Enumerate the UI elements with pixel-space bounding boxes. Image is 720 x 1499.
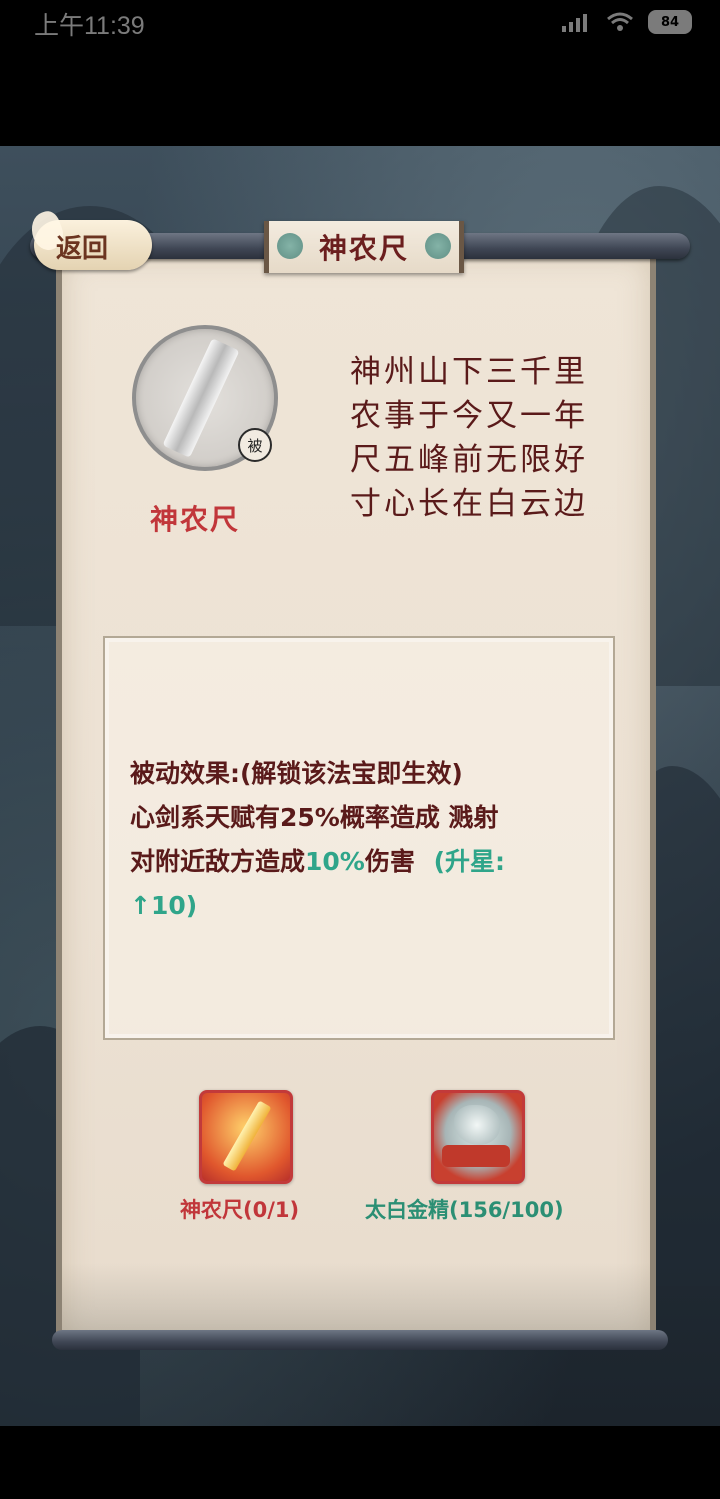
poem: 神州山下三千里 农事于今又一年 尺五峰前无限好 寸心长在白云边 [350, 350, 610, 526]
effect-line-1: 被动效果:(解锁该法宝即生效) [130, 759, 463, 788]
red-cushion [442, 1145, 510, 1167]
effect-suffix: 伤害 [364, 847, 415, 876]
shennong-ruler-icon [222, 1100, 272, 1172]
poem-line: 尺五峰前无限好 [350, 442, 588, 478]
effect-prefix: 对附近敌方造成 [130, 847, 306, 876]
material-label: 神农尺(0/1) [180, 1198, 300, 1222]
passive-badge: 被 [238, 428, 272, 462]
taibai-gold-essence-icon [454, 1105, 500, 1145]
jade-ruler-icon [162, 338, 240, 458]
poem-line: 寸心长在白云边 [350, 486, 588, 522]
scroll-bottom-rod [52, 1330, 668, 1350]
navigation-bar-area [0, 1426, 720, 1499]
poem-line: 神州山下三千里 [350, 354, 588, 390]
wifi-icon [607, 12, 633, 31]
leaf-ornament-icon [425, 233, 451, 259]
effect-description: 被动效果:(解锁该法宝即生效) 心剑系天赋有25%概率造成 溅射 对附近敌方造成… [130, 752, 600, 928]
status-icons: 84 [562, 10, 692, 34]
material-label: 太白金精(156/100) [365, 1198, 564, 1222]
page-title: 神农尺 [318, 232, 409, 265]
title-plaque: 神农尺 [264, 221, 464, 273]
effect-line-3: 对附近敌方造成10%伤害 (升星: [130, 840, 600, 884]
upgrade-text: (升星: [433, 847, 506, 876]
battery-indicator: 84 [648, 10, 692, 34]
status-bar: 上午11:39 84 [0, 0, 720, 46]
effect-value: 10% [305, 847, 365, 876]
back-label: 返回 [56, 234, 109, 264]
back-button[interactable]: 返回 [26, 208, 152, 272]
status-time: 上午11:39 [34, 12, 145, 40]
leaf-ornament-icon [277, 233, 303, 259]
signal-icon [562, 14, 587, 32]
material-slot-shennong-ruler[interactable] [199, 1090, 293, 1184]
material-slot-taibai-gold[interactable] [431, 1090, 525, 1184]
poem-line: 农事于今又一年 [350, 398, 588, 434]
upgrade-value: ↑10) [130, 891, 198, 920]
item-name: 神农尺 [150, 503, 241, 536]
effect-line-2: 心剑系天赋有25%概率造成 溅射 [130, 803, 499, 832]
